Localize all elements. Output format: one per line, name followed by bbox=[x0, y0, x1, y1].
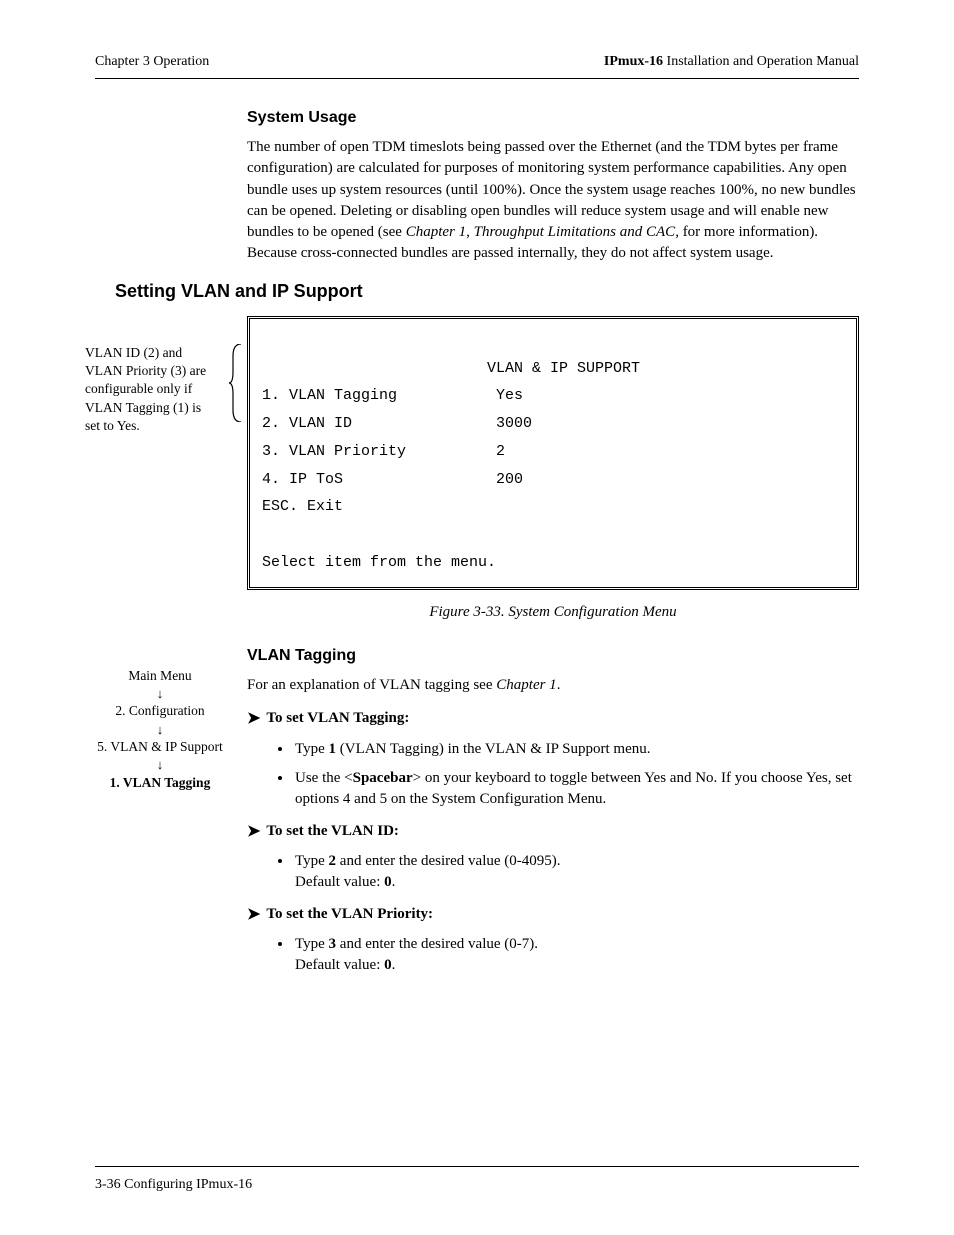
brace-icon bbox=[229, 344, 243, 422]
menu-item-2: 2. VLAN ID 3000 bbox=[262, 410, 844, 438]
list-item: Use the <Spacebar> on your keyboard to t… bbox=[293, 768, 859, 811]
xref-chapter1: Chapter 1 bbox=[496, 677, 556, 693]
terminal-screen: VLAN & IP SUPPORT1. VLAN Tagging Yes2. V… bbox=[247, 316, 859, 590]
procedure-list: Type 2 and enter the desired value (0-40… bbox=[293, 851, 859, 894]
arrow-right-icon: ➤ bbox=[247, 708, 260, 730]
procedure-heading: ➤To set the VLAN Priority: bbox=[247, 904, 859, 926]
procedure-heading: ➤To set the VLAN ID: bbox=[247, 821, 859, 843]
breadcrumb-item: 5. VLAN & IP Support bbox=[95, 738, 225, 756]
vlan-tagging-heading: VLAN Tagging bbox=[247, 645, 859, 667]
breadcrumb-item: 2. Configuration bbox=[95, 702, 225, 720]
down-arrow-icon: ↓ bbox=[95, 721, 225, 739]
procedure-list: Type 1 (VLAN Tagging) in the VLAN & IP S… bbox=[293, 739, 859, 811]
list-item: Type 2 and enter the desired value (0-40… bbox=[293, 851, 859, 894]
menu-item-3: 3. VLAN Priority 2 bbox=[262, 438, 844, 466]
procedure-heading: ➤To set VLAN Tagging: bbox=[247, 708, 859, 730]
list-item: Type 1 (VLAN Tagging) in the VLAN & IP S… bbox=[293, 739, 859, 760]
breadcrumb-item: Main Menu bbox=[95, 667, 225, 685]
screen-title: VLAN & IP SUPPORT bbox=[262, 355, 844, 383]
figure-caption: Figure 3-33. System Configuration Menu bbox=[247, 602, 859, 623]
header-right: IPmux-16 Installation and Operation Manu… bbox=[604, 52, 859, 72]
menu-item-1: 1. VLAN Tagging Yes bbox=[262, 382, 844, 410]
menu-prompt: Select item from the menu. bbox=[262, 549, 844, 577]
page-header: Chapter 3 Operation IPmux-16 Installatio… bbox=[95, 52, 859, 79]
menu-esc: ESC. Exit bbox=[262, 493, 844, 521]
header-left: Chapter 3 Operation bbox=[95, 52, 209, 72]
arrow-right-icon: ➤ bbox=[247, 904, 260, 926]
down-arrow-icon: ↓ bbox=[95, 685, 225, 703]
system-usage-heading: System Usage bbox=[247, 107, 859, 129]
breadcrumb-item-current: 1. VLAN Tagging bbox=[95, 774, 225, 792]
manual-title: Installation and Operation Manual bbox=[663, 54, 859, 69]
arrow-right-icon: ➤ bbox=[247, 821, 260, 843]
list-item: Type 3 and enter the desired value (0-7)… bbox=[293, 934, 859, 977]
breadcrumb: Main Menu ↓ 2. Configuration ↓ 5. VLAN &… bbox=[95, 667, 225, 793]
xref-chapter1-cac: Chapter 1, Throughput Limitations and CA… bbox=[406, 224, 675, 240]
menu-item-4: 4. IP ToS 200 bbox=[262, 466, 844, 494]
system-usage-para: The number of open TDM timeslots being p… bbox=[247, 137, 859, 265]
margin-note: VLAN ID (2) and VLAN Priority (3) are co… bbox=[85, 344, 215, 435]
product-name: IPmux-16 bbox=[604, 54, 663, 69]
page-footer: 3-36 Configuring IPmux-16 bbox=[95, 1166, 859, 1195]
footer-text: 3-36 Configuring IPmux-16 bbox=[95, 1177, 252, 1192]
vlan-tagging-intro: For an explanation of VLAN tagging see C… bbox=[247, 675, 859, 696]
procedure-list: Type 3 and enter the desired value (0-7)… bbox=[293, 934, 859, 977]
setting-vlan-ip-heading: Setting VLAN and IP Support bbox=[115, 279, 859, 304]
down-arrow-icon: ↓ bbox=[95, 756, 225, 774]
